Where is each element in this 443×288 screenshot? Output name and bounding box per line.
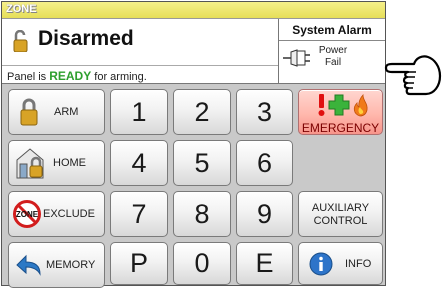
key-6-label: 6	[256, 147, 273, 178]
exclude-button[interactable]: ZONE EXCLUDE	[8, 191, 105, 237]
alarm-message: Power Fail	[313, 45, 353, 69]
pointing-hand-icon	[384, 55, 442, 96]
system-alarm-divider	[279, 40, 385, 41]
key-1-label: 1	[131, 96, 147, 127]
arm-state-title: Disarmed	[38, 27, 134, 50]
status-divider	[2, 65, 278, 66]
alarm-keypad-panel: ZONE Disarmed Panel is READY for arming.…	[1, 1, 386, 288]
key-0-label: 0	[194, 248, 210, 278]
key-2[interactable]: 2	[173, 89, 231, 135]
arm-label: ARM	[54, 106, 79, 118]
zone-icon-text: ZONE	[16, 210, 39, 219]
arm-button[interactable]: ARM	[8, 89, 105, 135]
system-alarm-box[interactable]: System Alarm Power Fail	[279, 19, 385, 84]
padlock-icon	[20, 98, 38, 126]
auxiliary-line-1: AUXILIARY	[311, 202, 370, 214]
home-label: HOME	[53, 157, 86, 169]
emergency-label: EMERGENCY	[301, 121, 380, 135]
info-button[interactable]: INFO	[298, 242, 383, 285]
key-7-label: 7	[131, 198, 147, 229]
key-8[interactable]: 8	[173, 191, 231, 237]
info-icon	[309, 252, 333, 276]
zone-bar: ZONE	[2, 2, 385, 19]
alarm-line-1: Power	[318, 45, 348, 56]
key-4[interactable]: 4	[110, 140, 168, 186]
key-0[interactable]: 0	[173, 242, 231, 285]
fire-icon	[353, 94, 368, 117]
ready-prefix: Panel is	[7, 71, 47, 83]
unlocked-padlock-icon	[13, 30, 28, 52]
key-p-label: P	[129, 248, 148, 278]
exclude-label: EXCLUDE	[43, 208, 95, 220]
info-label: INFO	[345, 258, 372, 270]
key-e[interactable]: E	[236, 242, 293, 285]
status-panel: Disarmed Panel is READY for arming.	[2, 19, 279, 84]
key-p[interactable]: P	[110, 242, 168, 285]
key-9-label: 9	[256, 198, 273, 229]
key-4-label: 4	[131, 147, 147, 178]
key-6[interactable]: 6	[236, 140, 293, 186]
key-7[interactable]: 7	[110, 191, 168, 237]
emergency-button[interactable]: EMERGENCY	[298, 89, 383, 135]
system-alarm-title: System Alarm	[292, 23, 372, 37]
key-8-label: 8	[194, 198, 210, 229]
memory-button[interactable]: MEMORY	[8, 242, 105, 288]
key-e-label: E	[255, 248, 274, 278]
auxiliary-control-button[interactable]: AUXILIARY CONTROL	[298, 191, 383, 237]
zone-exclude-icon: ZONE	[13, 200, 41, 228]
medical-cross-icon	[328, 94, 350, 116]
back-arrow-icon	[16, 254, 41, 276]
memory-label: MEMORY	[46, 259, 96, 271]
home-lock-icon	[16, 148, 44, 179]
key-3[interactable]: 3	[236, 89, 293, 135]
ready-state: READY	[49, 69, 92, 83]
key-2-label: 2	[194, 96, 210, 127]
emergency-icons	[318, 94, 368, 117]
key-1[interactable]: 1	[110, 89, 168, 135]
ready-message: Panel is READY for arming.	[7, 69, 147, 83]
auxiliary-label: AUXILIARY CONTROL	[299, 202, 382, 228]
key-3-label: 3	[256, 96, 273, 127]
key-9[interactable]: 9	[236, 191, 293, 237]
key-5[interactable]: 5	[173, 140, 231, 186]
key-5-label: 5	[194, 147, 210, 178]
ready-suffix: for arming.	[94, 71, 147, 83]
power-plug-icon	[283, 49, 310, 67]
auxiliary-line-2: CONTROL	[313, 215, 368, 227]
home-button[interactable]: HOME	[8, 140, 105, 186]
zone-label: ZONE	[6, 3, 37, 15]
exclamation-icon	[318, 94, 325, 116]
alarm-line-2: Fail	[324, 57, 342, 68]
